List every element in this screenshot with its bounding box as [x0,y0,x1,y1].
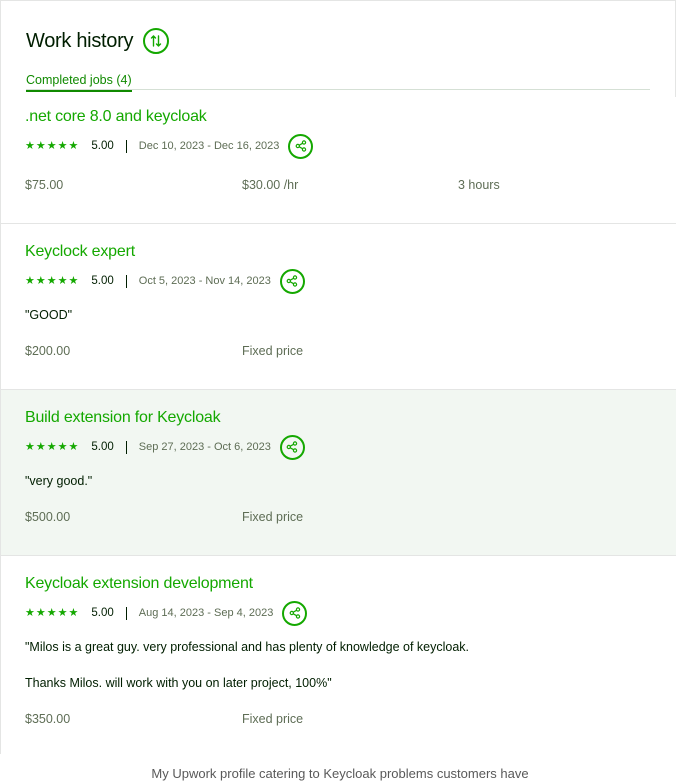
job-amount: $75.00 [25,178,64,192]
job-item: Keycloak extension development ★ ★ ★ ★ ★ 5.0… [1,556,676,754]
job-item: .net core 8.0 and keycloak ★ ★ ★ ★ ★ 5.00 De… [1,97,676,224]
job-dates: Dec 10, 2023 - Dec 16, 2023 [138,140,280,152]
rating-row: ★ ★ ★ ★ ★ 5.00 Aug 14, 2023 - Sep 4, 2023 [25,600,308,626]
star-rating: ★ ★ ★ ★ ★ [25,440,79,453]
job-title[interactable]: Keyclock expert [25,243,135,261]
star-icon: ★ [35,606,46,619]
star-icon: ★ [25,274,35,287]
star-icon: ★ [46,440,57,453]
star-icon: ★ [57,440,68,453]
rating-row: ★ ★ ★ ★ ★ 5.00 Sep 27, 2023 - Oct 6, 2023 [25,434,305,460]
work-history-header: Work history [26,27,170,55]
job-amount: $200.00 [25,344,71,358]
rating-score: 5.00 [91,441,114,453]
job-rate: $30.00 /hr [242,178,299,192]
star-icon: ★ [25,440,35,453]
job-type: Fixed price [242,510,304,524]
star-icon: ★ [57,274,68,287]
star-icon: ★ [68,274,79,287]
rating-score: 5.00 [91,275,114,287]
rating-row: ★ ★ ★ ★ ★ 5.00 Dec 10, 2023 - Dec 16, 2023 [25,133,314,159]
star-icon: ★ [25,139,35,152]
sort-button[interactable] [143,28,170,54]
divider [125,139,127,153]
job-dates: Sep 27, 2023 - Oct 6, 2023 [138,441,271,453]
share-icon [295,140,307,152]
job-type: Fixed price [242,344,304,358]
job-title[interactable]: Build extension for Keycloak [25,409,221,427]
share-button[interactable] [279,434,305,460]
job-hours: 3 hours [458,178,500,192]
job-amount: $350.00 [25,712,71,726]
star-icon: ★ [57,139,68,152]
share-icon [286,275,298,287]
star-icon: ★ [68,440,79,453]
star-icon: ★ [25,606,35,619]
star-rating: ★ ★ ★ ★ ★ [25,274,79,287]
share-button[interactable] [288,133,314,159]
star-icon: ★ [35,139,46,152]
star-rating: ★ ★ ★ ★ ★ [25,606,79,619]
job-item: Keyclock expert ★ ★ ★ ★ ★ 5.00 Oct 5, 2023 -… [1,224,676,390]
share-button[interactable] [282,600,308,626]
star-icon: ★ [68,139,79,152]
star-icon: ★ [46,139,57,152]
divider [125,606,127,620]
rating-row: ★ ★ ★ ★ ★ 5.00 Oct 5, 2023 - Nov 14, 2023 [25,268,305,294]
star-icon: ★ [35,274,46,287]
job-feedback-line-2: Thanks Milos. will work with you on late… [25,676,332,690]
job-feedback-line-1: "Milos is a great guy. very professional… [25,640,470,654]
divider [125,274,127,288]
rating-score: 5.00 [91,607,114,619]
page-title: Work history [26,29,134,52]
job-title[interactable]: .net core 8.0 and keycloak [25,108,207,126]
divider [125,440,127,454]
star-rating: ★ ★ ★ ★ ★ [25,139,79,152]
star-icon: ★ [46,606,57,619]
star-icon: ★ [68,606,79,619]
share-button[interactable] [279,268,305,294]
share-icon [289,607,301,619]
rating-score: 5.00 [91,140,114,152]
job-feedback: "very good." [25,474,93,488]
star-icon: ★ [57,606,68,619]
tab-completed-jobs[interactable]: Completed jobs (4) [26,73,132,92]
image-caption: My Upwork profile catering to Keycloak p… [151,766,529,781]
job-item: Build extension for Keycloak ★ ★ ★ ★ ★ 5.00 … [1,390,676,556]
job-type: Fixed price [242,712,304,726]
sort-icon [150,35,162,47]
star-icon: ★ [35,440,46,453]
star-icon: ★ [46,274,57,287]
job-title[interactable]: Keycloak extension development [25,575,253,593]
share-icon [286,441,298,453]
job-tabs: Completed jobs (4) [26,71,650,92]
job-feedback: "GOOD" [25,308,73,322]
job-amount: $500.00 [25,510,71,524]
job-dates: Aug 14, 2023 - Sep 4, 2023 [138,607,274,619]
job-dates: Oct 5, 2023 - Nov 14, 2023 [138,275,271,287]
